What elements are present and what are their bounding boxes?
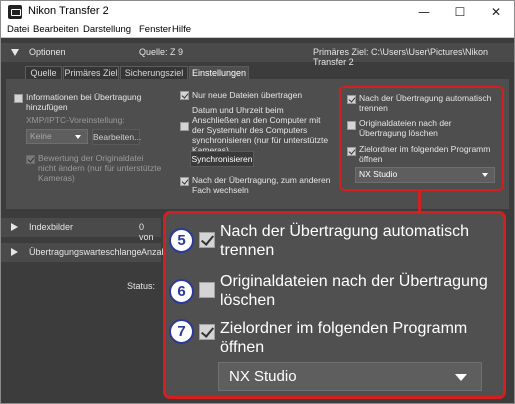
tab-sicherungsziel[interactable]: Sicherungsziel — [120, 66, 188, 80]
expand-icon — [11, 248, 18, 256]
chevron-down-icon — [455, 374, 467, 381]
collapse-icon — [11, 49, 19, 56]
menu-bar: Datei Bearbeiten Darstellung Fenster Hil… — [1, 23, 514, 38]
chevron-down-icon — [75, 135, 81, 139]
index-label: Indexbilder — [29, 222, 74, 232]
synchronize-button[interactable]: Synchronisieren — [190, 151, 254, 167]
add-info-label: Informationen bei Übertragung hinzufügen — [26, 92, 142, 112]
menu-bearbeiten[interactable]: Bearbeiten — [33, 24, 79, 35]
window-title: Nikon Transfer 2 — [28, 5, 109, 17]
tab-einstellungen[interactable]: Einstellungen — [189, 66, 249, 80]
app-window: Nikon Transfer 2 — ☐ ✕ Datei Bearbeiten … — [0, 0, 515, 404]
new-files-checkbox[interactable] — [180, 91, 189, 100]
menu-datei[interactable]: Datei — [7, 24, 29, 35]
status-label: Status: — [127, 281, 156, 291]
edit-button[interactable]: Bearbeiten... — [92, 129, 141, 145]
source-label: Quelle: Z 9 — [139, 47, 184, 57]
badge-5: 5 — [169, 228, 194, 253]
options-label: Optionen — [29, 47, 66, 57]
rating-checkbox[interactable] — [26, 155, 35, 164]
menu-fenster[interactable]: Fenster — [139, 24, 171, 35]
zoom-callout: 5 Nach der Übertragung automatisch trenn… — [163, 211, 506, 399]
xmp-label: XMP/IPTC-Voreinstellung: — [26, 115, 125, 125]
switch-slot-label: Nach der Übertragung, zum anderen Fach w… — [192, 175, 331, 195]
callout-connector — [418, 191, 421, 211]
queue-label: Übertragungswarteschlange — [29, 247, 142, 257]
zoom-open-folder-label: Zielordner im folgenden Programm öffnen — [220, 320, 468, 356]
badge-7: 7 — [169, 319, 194, 344]
zoom-delete-originals-checkbox[interactable] — [199, 282, 215, 298]
tab-primaeres-ziel[interactable]: Primäres Ziel — [63, 66, 119, 80]
xmp-preset-select[interactable]: Keine — [26, 129, 88, 144]
sync-time-checkbox[interactable] — [180, 122, 189, 131]
xmp-preset-value: Keine — [30, 131, 52, 141]
menu-darstellung[interactable]: Darstellung — [83, 24, 131, 35]
maximize-button[interactable]: ☐ — [442, 1, 478, 23]
index-count: 0 von — [139, 222, 154, 242]
highlight-box — [339, 86, 504, 191]
zoom-program-value: NX Studio — [229, 368, 297, 385]
options-header[interactable]: Optionen Quelle: Z 9 Primäres Ziel: C:\U… — [1, 43, 514, 67]
menu-hilfe[interactable]: Hilfe — [172, 24, 191, 35]
minimize-button[interactable]: — — [406, 1, 442, 23]
zoom-open-folder-checkbox[interactable] — [199, 324, 215, 340]
zoom-program-select[interactable]: NX Studio — [218, 362, 482, 391]
queue-header[interactable]: Übertragungswarteschlange Anzah — [1, 243, 167, 262]
rating-label: Bewertung der Originaldatei nicht ändern… — [38, 153, 162, 183]
index-header[interactable]: Indexbilder 0 von — [1, 218, 161, 242]
switch-slot-checkbox[interactable] — [180, 177, 189, 186]
zoom-delete-originals-label: Originaldateien nach der Übertragung lös… — [220, 273, 488, 309]
zoom-auto-disconnect-checkbox[interactable] — [199, 232, 215, 248]
nikon-transfer-icon — [8, 5, 22, 19]
zoom-auto-disconnect-label: Nach der Übertragung automatisch trennen — [220, 223, 470, 259]
sync-time-label: Datum und Uhrzeit beim Anschließen an de… — [192, 105, 329, 155]
title-bar: Nikon Transfer 2 — ☐ ✕ — [1, 1, 514, 23]
close-button[interactable]: ✕ — [478, 1, 514, 23]
tab-bar: Quelle Primäres Ziel Sicherungsziel Eins… — [1, 64, 514, 80]
add-info-checkbox[interactable] — [14, 94, 23, 103]
new-files-label: Nur neue Dateien übertragen — [192, 90, 303, 100]
tab-quelle[interactable]: Quelle — [25, 66, 62, 80]
expand-icon — [11, 223, 18, 231]
badge-6: 6 — [169, 279, 194, 304]
